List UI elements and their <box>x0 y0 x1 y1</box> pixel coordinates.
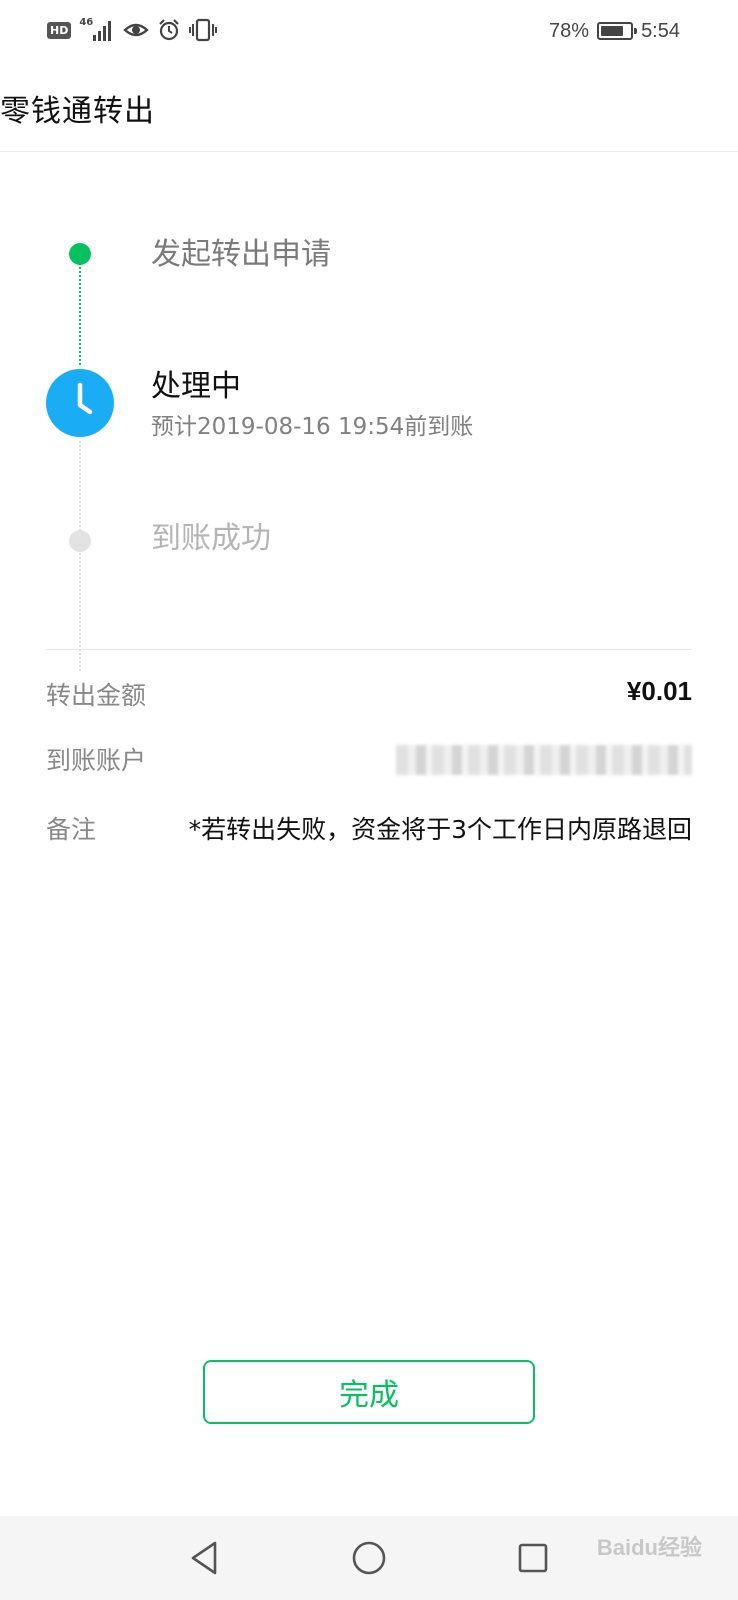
back-icon[interactable] <box>183 1536 227 1580</box>
step-done-dot-icon <box>69 243 91 265</box>
account-row: 到账账户 <box>46 741 692 781</box>
progress-timeline: 发起转出申请 处理中 预计2019-08-16 19:54前到账 到账成功 <box>0 151 738 671</box>
vibrate-icon <box>189 18 218 42</box>
amount-label: 转出金额 <box>46 681 147 710</box>
timeline-connector-pending <box>79 441 81 671</box>
note-row: 备注 *若转出失败，资金将于3个工作日内原路退回 <box>46 810 692 850</box>
status-icons-right: 78% 5:54 <box>549 16 680 46</box>
step-success-title: 到账成功 <box>151 521 271 556</box>
battery-icon <box>597 22 638 40</box>
done-button[interactable]: 完成 <box>203 1360 535 1424</box>
clock-time: 5:54 <box>641 19 680 42</box>
note-value: *若转出失败，资金将于3个工作日内原路退回 <box>188 815 692 844</box>
amount-row: 转出金额 ¥0.01 <box>46 676 692 716</box>
status-icons-left: HD 46 <box>47 16 218 44</box>
account-value-redacted <box>396 745 692 775</box>
step-processing-eta: 预计2019-08-16 19:54前到账 <box>151 414 474 440</box>
eye-icon <box>123 23 150 37</box>
recent-apps-icon[interactable] <box>511 1536 555 1580</box>
timeline-connector-done <box>79 255 81 365</box>
amount-value: ¥0.01 <box>626 676 692 706</box>
signal-icon: 46 <box>79 17 115 43</box>
watermark: Baidu经验 <box>596 1535 702 1560</box>
hd-icon: HD <box>47 21 72 39</box>
page-title: 零钱通转出 <box>0 94 155 129</box>
status-bar: HD 46 78% 5:54 <box>0 0 738 64</box>
step-pending-dot-icon <box>69 530 91 552</box>
step-processing-title: 处理中 <box>151 369 241 404</box>
account-label: 到账账户 <box>46 746 147 775</box>
divider <box>46 649 692 650</box>
battery-fill <box>601 26 623 36</box>
step-initiated-title: 发起转出申请 <box>151 237 331 272</box>
clock-icon <box>46 369 114 437</box>
header: 零钱通转出 <box>0 64 738 152</box>
home-icon[interactable] <box>347 1536 391 1580</box>
battery-percent: 78% <box>549 19 590 42</box>
alarm-icon <box>159 19 180 41</box>
note-label: 备注 <box>46 815 97 844</box>
